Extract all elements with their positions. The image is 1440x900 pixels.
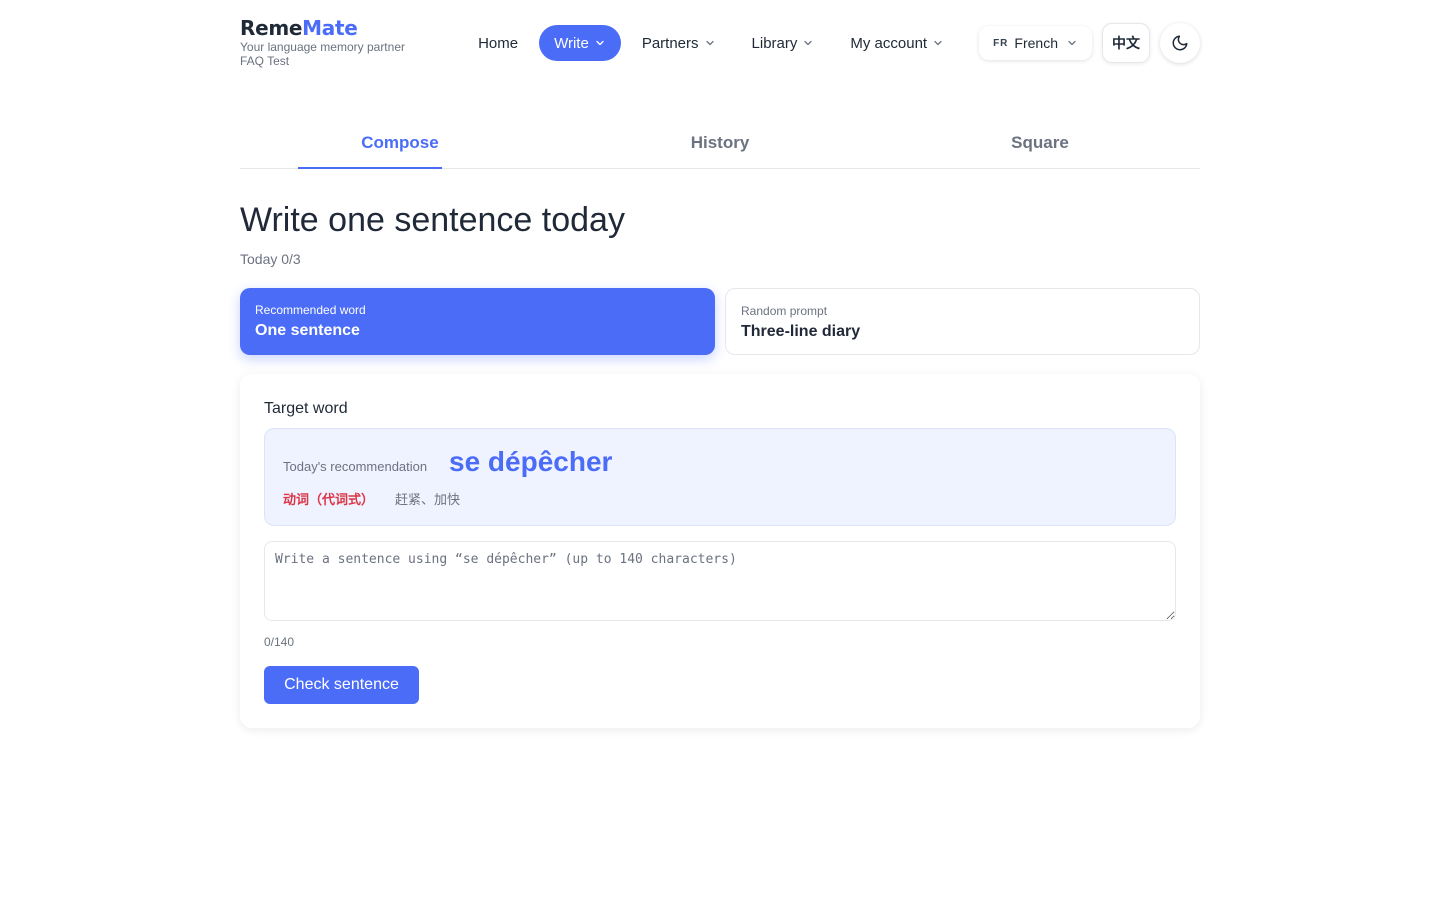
learning-language-select[interactable]: FR French — [979, 26, 1092, 60]
tab-history[interactable]: History — [560, 118, 880, 168]
tab-square-label: Square — [1011, 133, 1069, 152]
tab-history-label: History — [690, 133, 750, 152]
option-label: Random prompt — [741, 304, 828, 318]
tab-compose[interactable]: Compose — [240, 118, 560, 169]
main-nav: Home Write Partners Library My account F… — [463, 23, 1200, 63]
nav-my-account-label: My account — [850, 34, 928, 52]
chevron-down-icon — [1066, 37, 1078, 49]
option-title: One sentence — [255, 322, 360, 339]
brand: RemeMate Your language memory partner FA… — [240, 16, 405, 68]
tab-active-underline — [298, 167, 442, 169]
target-word-label: Target word — [264, 400, 348, 417]
word-meaning: 赶紧、加快 — [395, 492, 461, 507]
sentence-input[interactable] — [264, 541, 1176, 621]
nav-write-label: Write — [554, 34, 589, 52]
brand-name-part1: Reme — [240, 16, 303, 40]
chevron-down-icon — [704, 37, 716, 49]
brand-subtitle: FAQ Test — [240, 54, 290, 68]
option-label: Recommended word — [255, 303, 366, 317]
language-name: French — [1014, 35, 1058, 51]
recommendation-label: Today's recommendation — [283, 459, 428, 474]
nav-my-account[interactable]: My account — [835, 25, 959, 61]
brand-logo[interactable]: RemeMate — [240, 16, 405, 40]
random-prompt-option[interactable]: Random prompt Three-line diary — [725, 288, 1200, 355]
ui-language-button[interactable]: 中文 — [1102, 23, 1150, 63]
chevron-down-icon — [802, 37, 814, 49]
chevron-down-icon — [594, 37, 606, 49]
nav-home-label: Home — [478, 34, 519, 52]
header: RemeMate Your language memory partner FA… — [240, 0, 1200, 86]
recommended-word-option[interactable]: Recommended word One sentence — [240, 288, 715, 355]
option-title: Three-line diary — [741, 323, 861, 340]
nav-library-label: Library — [751, 34, 798, 52]
chevron-down-icon — [932, 37, 944, 49]
brand-name-part2: Mate — [302, 16, 358, 40]
theme-toggle-button[interactable] — [1160, 23, 1200, 63]
nav-write[interactable]: Write — [539, 25, 621, 61]
tab-compose-label: Compose — [361, 133, 439, 152]
target-word: se dépêcher — [449, 446, 613, 477]
check-sentence-button[interactable]: Check sentence — [264, 666, 419, 704]
nav-library[interactable]: Library — [737, 25, 830, 61]
part-of-speech: 动词（代词式） — [283, 492, 375, 507]
brand-tagline: Your language memory partner — [240, 40, 405, 54]
compose-card: Target word Today's recommendation se dé… — [240, 374, 1200, 728]
recommendation-box: Today's recommendation se dépêcher 动词（代词… — [264, 428, 1176, 526]
moon-icon — [1172, 35, 1188, 51]
tab-square[interactable]: Square — [880, 118, 1200, 168]
today-count: Today 0/3 — [240, 251, 301, 267]
language-code: FR — [993, 37, 1009, 49]
character-counter: 0/140 — [264, 635, 295, 649]
page-title: Write one sentence today — [240, 201, 625, 239]
nav-partners-label: Partners — [641, 34, 699, 52]
write-tabs: Compose History Square — [240, 118, 1200, 169]
nav-partners[interactable]: Partners — [627, 25, 731, 61]
nav-home[interactable]: Home — [463, 25, 533, 61]
